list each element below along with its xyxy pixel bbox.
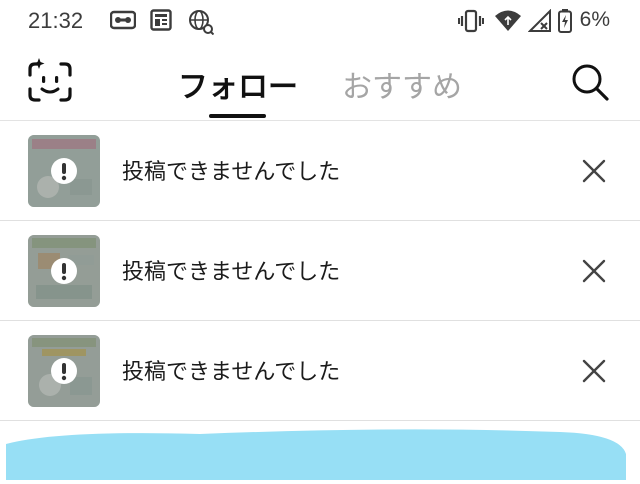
- status-time: 21:32: [28, 8, 84, 33]
- exclamation-icon: [51, 158, 77, 184]
- no-signal-icon: [527, 8, 552, 37]
- tab-recommended[interactable]: おすすめ: [342, 62, 462, 106]
- active-tab-indicator: [209, 114, 266, 118]
- close-icon[interactable]: [578, 355, 610, 387]
- post-thumbnail: [28, 335, 100, 407]
- failed-post-item[interactable]: 投稿できませんでした: [0, 321, 640, 421]
- wifi-icon: [494, 9, 522, 37]
- top-navigation: フォロー おすすめ: [0, 42, 640, 121]
- vpn-globe-icon: [188, 9, 215, 39]
- face-scan-sparkle-icon[interactable]: [26, 58, 74, 106]
- status-bar: 21:32 6%: [0, 0, 640, 42]
- close-icon[interactable]: [578, 155, 610, 187]
- failed-post-message: 投稿できませんでした: [122, 360, 341, 385]
- post-thumbnail: [28, 235, 100, 307]
- post-thumbnail: [28, 135, 100, 207]
- failed-post-item[interactable]: 投稿できませんでした: [0, 121, 640, 221]
- news-icon: [150, 9, 172, 35]
- search-icon[interactable]: [570, 62, 610, 102]
- vibrate-icon: [458, 9, 484, 37]
- tab-following[interactable]: フォロー: [178, 62, 298, 106]
- failed-post-message: 投稿できませんでした: [122, 260, 341, 285]
- voicemail-icon: [109, 9, 137, 35]
- exclamation-icon: [51, 258, 77, 284]
- battery-charging-icon: [558, 9, 572, 37]
- promo-banner[interactable]: [0, 424, 640, 480]
- failed-post-item[interactable]: 投稿できませんでした: [0, 221, 640, 321]
- battery-percent: 6%: [579, 8, 610, 31]
- exclamation-icon: [51, 358, 77, 384]
- failed-post-message: 投稿できませんでした: [122, 160, 341, 185]
- close-icon[interactable]: [578, 255, 610, 287]
